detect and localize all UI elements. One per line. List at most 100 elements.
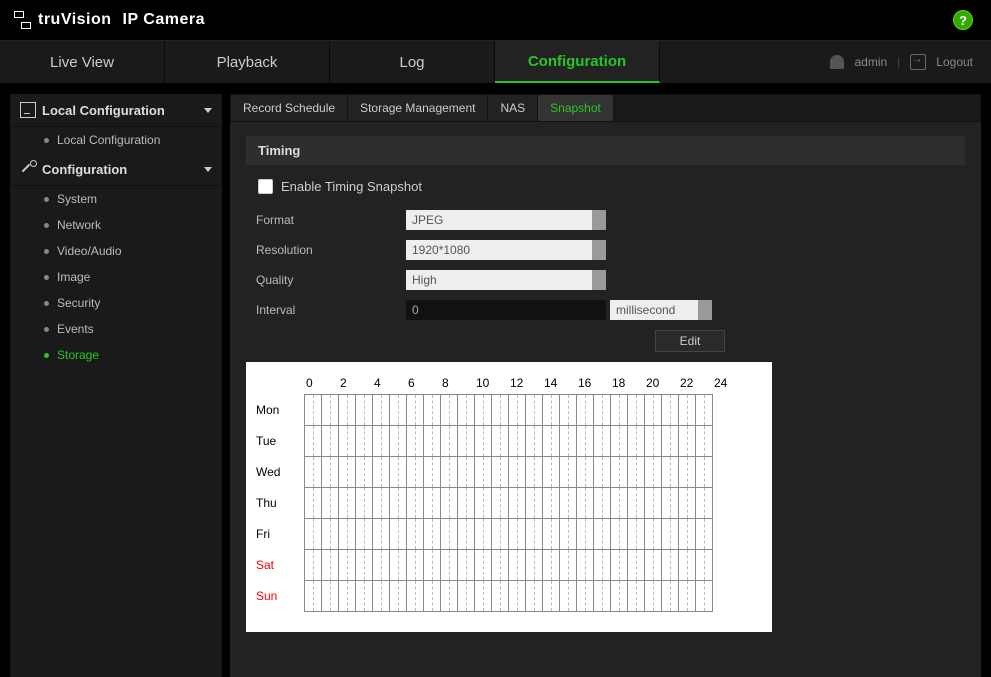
schedule-cell[interactable] bbox=[475, 426, 492, 456]
schedule-cell[interactable] bbox=[407, 395, 424, 425]
schedule-cell[interactable] bbox=[628, 488, 645, 518]
schedule-cell[interactable] bbox=[407, 519, 424, 549]
schedule-cell[interactable] bbox=[390, 550, 407, 580]
schedule-cell[interactable] bbox=[543, 426, 560, 456]
subtab-storage-management[interactable]: Storage Management bbox=[348, 95, 488, 121]
schedule-cell[interactable] bbox=[526, 395, 543, 425]
schedule-cell[interactable] bbox=[356, 457, 373, 487]
schedule-cell[interactable] bbox=[356, 488, 373, 518]
resolution-dropdown-button[interactable] bbox=[592, 240, 606, 260]
schedule-cell[interactable] bbox=[696, 395, 713, 425]
schedule-cell[interactable] bbox=[356, 581, 373, 611]
schedule-cell[interactable] bbox=[407, 550, 424, 580]
schedule-cell[interactable] bbox=[560, 395, 577, 425]
schedule-cell[interactable] bbox=[373, 488, 390, 518]
schedule-cell[interactable] bbox=[560, 550, 577, 580]
schedule-cell[interactable] bbox=[577, 426, 594, 456]
subtab-nas[interactable]: NAS bbox=[488, 95, 538, 121]
schedule-cell[interactable] bbox=[441, 426, 458, 456]
schedule-cell[interactable] bbox=[543, 519, 560, 549]
schedule-cell[interactable] bbox=[662, 550, 679, 580]
schedule-cell[interactable] bbox=[424, 550, 441, 580]
schedule-cell[interactable] bbox=[339, 426, 356, 456]
schedule-cell[interactable] bbox=[696, 581, 713, 611]
schedule-cell[interactable] bbox=[356, 395, 373, 425]
schedule-cell[interactable] bbox=[628, 457, 645, 487]
schedule-cell[interactable] bbox=[390, 457, 407, 487]
schedule-cell[interactable] bbox=[611, 457, 628, 487]
schedule-cell[interactable] bbox=[339, 395, 356, 425]
sidebar-group-configuration[interactable]: Configuration bbox=[10, 153, 222, 186]
schedule-cell[interactable] bbox=[696, 488, 713, 518]
schedule-cell[interactable] bbox=[305, 519, 322, 549]
schedule-cell[interactable] bbox=[662, 519, 679, 549]
sidebar-item-image[interactable]: Image bbox=[10, 264, 222, 290]
schedule-cell[interactable] bbox=[441, 395, 458, 425]
schedule-cell[interactable] bbox=[594, 457, 611, 487]
schedule-cell[interactable] bbox=[475, 395, 492, 425]
schedule-cell[interactable] bbox=[509, 519, 526, 549]
schedule-cell[interactable] bbox=[407, 488, 424, 518]
schedule-cell[interactable] bbox=[373, 457, 390, 487]
schedule-cell[interactable] bbox=[509, 457, 526, 487]
schedule-cell[interactable] bbox=[628, 519, 645, 549]
schedule-cell[interactable] bbox=[645, 395, 662, 425]
schedule-cell[interactable] bbox=[577, 488, 594, 518]
schedule-cell[interactable] bbox=[322, 426, 339, 456]
schedule-cell[interactable] bbox=[390, 395, 407, 425]
interval-unit-dropdown-button[interactable] bbox=[698, 300, 712, 320]
schedule-cell[interactable] bbox=[492, 519, 509, 549]
schedule-cell[interactable] bbox=[407, 457, 424, 487]
schedule-cell[interactable] bbox=[509, 550, 526, 580]
schedule-cell[interactable] bbox=[305, 488, 322, 518]
schedule-cell[interactable] bbox=[424, 488, 441, 518]
schedule-cell[interactable] bbox=[594, 426, 611, 456]
schedule-cell[interactable] bbox=[696, 457, 713, 487]
schedule-cell[interactable] bbox=[390, 581, 407, 611]
schedule-cell[interactable] bbox=[509, 395, 526, 425]
enable-timing-checkbox[interactable] bbox=[258, 179, 273, 194]
schedule-cell[interactable] bbox=[322, 519, 339, 549]
sidebar-item-local-configuration[interactable]: Local Configuration bbox=[10, 127, 222, 153]
schedule-cell[interactable] bbox=[611, 488, 628, 518]
schedule-cell[interactable] bbox=[526, 550, 543, 580]
schedule-cell[interactable] bbox=[441, 581, 458, 611]
sidebar-item-events[interactable]: Events bbox=[10, 316, 222, 342]
schedule-cell[interactable] bbox=[645, 457, 662, 487]
schedule-cell[interactable] bbox=[407, 581, 424, 611]
schedule-cell[interactable] bbox=[526, 519, 543, 549]
user-name[interactable]: admin bbox=[854, 55, 887, 69]
schedule-cell[interactable] bbox=[645, 519, 662, 549]
schedule-cell[interactable] bbox=[662, 488, 679, 518]
schedule-cell[interactable] bbox=[560, 457, 577, 487]
schedule-cell[interactable] bbox=[441, 488, 458, 518]
schedule-cell[interactable] bbox=[543, 488, 560, 518]
sidebar-group-local[interactable]: Local Configuration bbox=[10, 94, 222, 127]
schedule-cell[interactable] bbox=[356, 550, 373, 580]
schedule-cell[interactable] bbox=[577, 519, 594, 549]
schedule-cell[interactable] bbox=[594, 519, 611, 549]
schedule-cell[interactable] bbox=[645, 426, 662, 456]
sidebar-item-storage[interactable]: Storage bbox=[10, 342, 222, 368]
schedule-cell[interactable] bbox=[492, 457, 509, 487]
schedule-cell[interactable] bbox=[322, 550, 339, 580]
schedule-cell[interactable] bbox=[577, 395, 594, 425]
schedule-cell[interactable] bbox=[407, 426, 424, 456]
schedule-cell[interactable] bbox=[645, 581, 662, 611]
schedule-cell[interactable] bbox=[322, 581, 339, 611]
schedule-cell[interactable] bbox=[492, 426, 509, 456]
schedule-cell[interactable] bbox=[322, 395, 339, 425]
schedule-cell[interactable] bbox=[560, 519, 577, 549]
schedule-cell[interactable] bbox=[679, 457, 696, 487]
help-button[interactable]: ? bbox=[953, 10, 973, 30]
schedule-cell[interactable] bbox=[424, 426, 441, 456]
sidebar-item-network[interactable]: Network bbox=[10, 212, 222, 238]
schedule-cell[interactable] bbox=[611, 395, 628, 425]
schedule-cell[interactable] bbox=[594, 488, 611, 518]
schedule-cell[interactable] bbox=[679, 426, 696, 456]
nav-tab-playback[interactable]: Playback bbox=[165, 41, 330, 83]
schedule-cell[interactable] bbox=[628, 581, 645, 611]
schedule-cell[interactable] bbox=[458, 581, 475, 611]
schedule-cell[interactable] bbox=[322, 457, 339, 487]
nav-tab-configuration[interactable]: Configuration bbox=[495, 41, 660, 83]
